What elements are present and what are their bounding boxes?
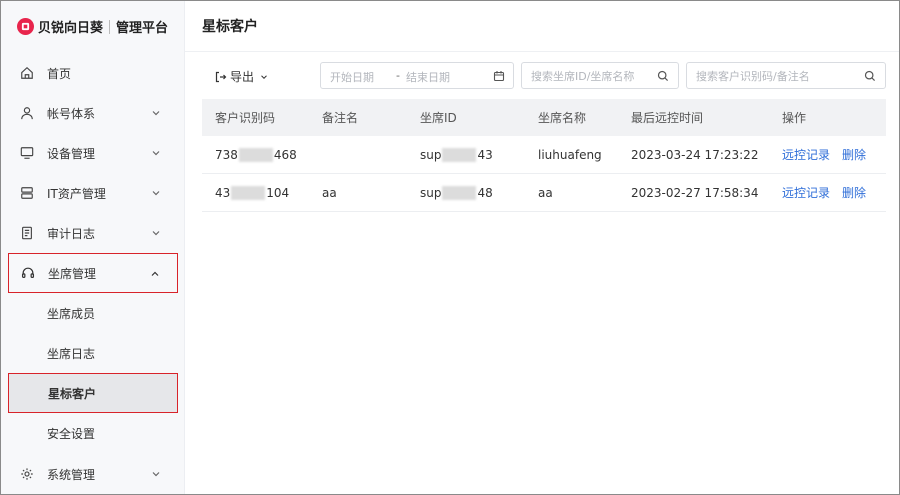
actions-cell: 远控记录 删除 — [782, 136, 878, 173]
brand-divider — [109, 19, 111, 34]
column-header-actions: 操作 — [782, 111, 807, 125]
delete-link[interactable]: 删除 — [842, 184, 866, 201]
last-time-cell: 2023-02-27 17:58:34 — [631, 185, 759, 200]
column-header-remark: 备注名 — [322, 111, 359, 125]
remark-cell: aa — [322, 185, 337, 200]
toolbar: 导出 开始日期 - 结束日期 — [185, 62, 899, 90]
document-icon — [19, 225, 35, 241]
gear-icon — [19, 466, 35, 482]
sidebar-subitem-label: 安全设置 — [47, 426, 96, 441]
sidebar-subitem-starred-customers[interactable]: 星标客户 — [8, 373, 178, 413]
table-row: 43 104 aa sup 48 aa 2023-02-27 17:58:34 远控… — [202, 174, 886, 212]
search-customer-input[interactable] — [696, 68, 861, 84]
search-customer-box — [686, 62, 886, 89]
sidebar-subitem-label: 坐席成员 — [47, 306, 96, 321]
agent-name-cell: aa — [538, 185, 553, 200]
main-content: 星标客户 导出 开始日期 - 结束日期 搜索坐席ID/坐席名称 搜索客户识别码/… — [185, 1, 899, 494]
last-time-cell: 2023-03-24 17:23:22 — [631, 147, 759, 162]
chevron-up-icon — [151, 271, 159, 276]
agent-id-suffix: 48 — [477, 185, 493, 200]
page-title: 星标客户 — [185, 1, 899, 52]
chevron-down-icon — [152, 151, 160, 156]
sidebar-item-it-assets[interactable]: IT资产管理 — [8, 173, 178, 213]
sidebar-subitem-agent-log[interactable]: 坐席日志 — [8, 333, 178, 373]
date-start-field[interactable]: 开始日期 — [330, 69, 374, 85]
calendar-icon — [493, 71, 505, 82]
redaction-mask — [442, 185, 477, 200]
sidebar-item-accounts[interactable]: 帐号体系 — [8, 93, 178, 133]
chevron-down-icon — [152, 111, 160, 116]
sidebar-subitem-label: 坐席日志 — [47, 346, 96, 361]
monitor-icon — [19, 145, 35, 161]
agent-id-cell: sup 48 — [420, 174, 493, 211]
sidebar-item-label: 设备管理 — [47, 146, 96, 161]
table-header: 客户识别码 备注名 坐席ID 坐席名称 最后远控时间 操作 — [202, 99, 886, 136]
sidebar-subitem-security-settings[interactable]: 安全设置 — [8, 413, 178, 453]
customer-id-prefix: 738 — [215, 147, 238, 162]
sidebar-item-label: IT资产管理 — [47, 186, 106, 201]
customer-id-cell: 738 468 — [215, 136, 297, 173]
sidebar-item-label: 坐席管理 — [48, 266, 97, 281]
server-icon — [19, 185, 35, 201]
brand-subtitle: 管理平台 — [116, 21, 169, 36]
brand-logo-icon — [17, 18, 34, 35]
search-agent-input[interactable] — [531, 68, 659, 84]
column-header-agent-id: 坐席ID — [420, 111, 457, 125]
search-icon[interactable] — [864, 70, 876, 82]
delete-link[interactable]: 删除 — [842, 146, 866, 163]
app-window: 贝锐向日葵 管理平台 首页 帐号体系 设备管理 IT资产管理 审计日志 坐席管理… — [0, 0, 900, 495]
chevron-down-icon — [152, 191, 160, 196]
export-button[interactable]: 导出 — [215, 68, 269, 85]
date-range-picker[interactable]: 开始日期 - 结束日期 — [320, 62, 514, 89]
starred-customers-table: 客户识别码 备注名 坐席ID 坐席名称 最后远控时间 操作 738 468 sup… — [202, 99, 886, 212]
home-icon — [19, 65, 35, 81]
customer-id-prefix: 43 — [215, 185, 231, 200]
column-header-agent-name: 坐席名称 — [538, 111, 587, 125]
date-separator: - — [396, 69, 400, 82]
headset-icon — [20, 265, 36, 281]
agent-id-prefix: sup — [420, 185, 442, 200]
sidebar: 贝锐向日葵 管理平台 首页 帐号体系 设备管理 IT资产管理 审计日志 坐席管理… — [1, 1, 185, 494]
sidebar-item-devices[interactable]: 设备管理 — [8, 133, 178, 173]
chevron-down-icon — [152, 231, 160, 236]
search-agent-box — [521, 62, 679, 89]
brand: 贝锐向日葵 管理平台 — [1, 1, 184, 52]
remote-record-link[interactable]: 远控记录 — [782, 184, 830, 201]
redaction-mask — [238, 147, 273, 162]
agent-id-prefix: sup — [420, 147, 442, 162]
export-label: 导出 — [230, 70, 255, 84]
chevron-down-icon — [152, 472, 160, 477]
column-header-last-time: 最后远控时间 — [631, 111, 704, 125]
sidebar-item-system-management[interactable]: 系统管理 — [8, 454, 178, 494]
sidebar-item-home[interactable]: 首页 — [8, 53, 178, 93]
redaction-mask — [231, 185, 266, 200]
column-header-customer-id: 客户识别码 — [215, 111, 276, 125]
sidebar-item-label: 审计日志 — [47, 226, 96, 241]
redaction-mask — [442, 147, 477, 162]
customer-id-suffix: 104 — [266, 185, 290, 200]
user-icon — [19, 105, 35, 121]
customer-id-suffix: 468 — [273, 147, 297, 162]
brand-name: 贝锐向日葵 — [38, 21, 104, 36]
chevron-down-icon — [261, 74, 267, 79]
sidebar-item-agent-management[interactable]: 坐席管理 — [8, 253, 178, 293]
sidebar-subitem-label: 星标客户 — [48, 386, 97, 401]
export-icon — [215, 71, 227, 82]
agent-name-cell: liuhuafeng — [538, 147, 602, 162]
remote-record-link[interactable]: 远控记录 — [782, 146, 830, 163]
actions-cell: 远控记录 删除 — [782, 174, 878, 211]
date-end-field[interactable]: 结束日期 — [406, 69, 450, 85]
sidebar-item-label: 系统管理 — [47, 467, 96, 482]
sidebar-item-label: 帐号体系 — [47, 106, 96, 121]
sidebar-item-audit-log[interactable]: 审计日志 — [8, 213, 178, 253]
agent-id-suffix: 43 — [477, 147, 493, 162]
agent-id-cell: sup 43 — [420, 136, 493, 173]
sidebar-subitem-agent-members[interactable]: 坐席成员 — [8, 293, 178, 333]
table-row: 738 468 sup 43 liuhuafeng 2023-03-24 17:23… — [202, 136, 886, 174]
search-icon[interactable] — [657, 70, 669, 82]
customer-id-cell: 43 104 — [215, 174, 289, 211]
sidebar-item-label: 首页 — [47, 66, 72, 81]
